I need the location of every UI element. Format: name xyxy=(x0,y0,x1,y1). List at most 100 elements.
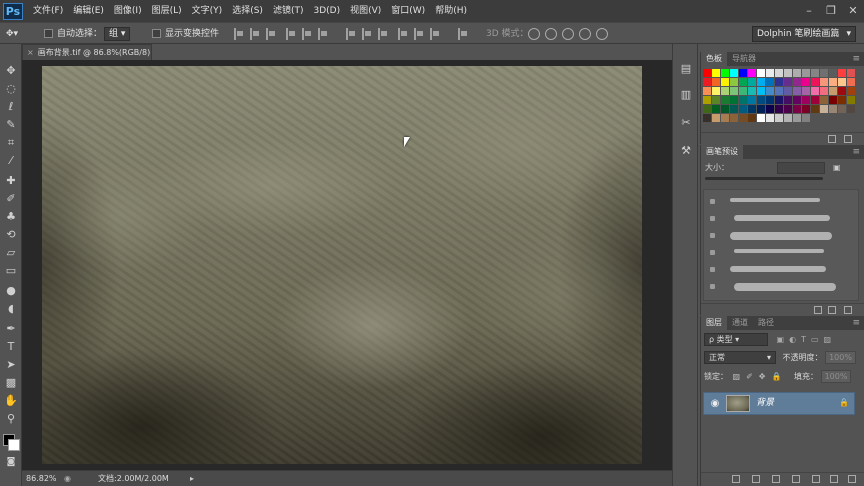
new-brush-icon[interactable] xyxy=(828,306,836,314)
dodge-tool-icon[interactable]: ◖ xyxy=(4,302,18,316)
panel-menu-icon[interactable]: ≡ xyxy=(852,54,864,64)
layer-row-background[interactable]: ◉ 背景 🔒 xyxy=(703,392,855,415)
color-swatch[interactable] xyxy=(703,105,711,113)
color-swatch[interactable] xyxy=(820,96,828,104)
color-swatch[interactable] xyxy=(721,87,729,95)
zoom-level[interactable]: 86.82% xyxy=(26,471,57,486)
color-swatch[interactable] xyxy=(775,105,783,113)
link-layers-icon[interactable] xyxy=(732,475,740,483)
color-swatch[interactable] xyxy=(793,78,801,86)
color-swatch[interactable] xyxy=(721,78,729,86)
color-swatch[interactable] xyxy=(811,78,819,86)
color-swatch[interactable] xyxy=(739,114,747,122)
color-swatch[interactable] xyxy=(820,105,828,113)
color-swatch[interactable] xyxy=(757,87,765,95)
color-swatch[interactable] xyxy=(739,87,747,95)
color-swatch[interactable] xyxy=(838,69,846,77)
actions-panel-icon[interactable]: ▥ xyxy=(679,88,693,102)
align-vcenter-icon[interactable] xyxy=(250,28,260,40)
menu-select[interactable]: 选择(S) xyxy=(227,0,268,22)
align-right-icon[interactable] xyxy=(318,28,328,40)
tab-swatches[interactable]: 色板 xyxy=(701,52,727,66)
add-mask-icon[interactable] xyxy=(772,475,780,483)
color-swatch[interactable] xyxy=(793,114,801,122)
document-tab[interactable]: × 画布背景.tif @ 86.8%(RGB/8) xyxy=(22,44,152,60)
shape-tool-icon[interactable]: ▩ xyxy=(4,376,18,390)
fill-input[interactable]: 100% xyxy=(820,370,852,383)
color-swatch[interactable] xyxy=(712,114,720,122)
path-select-tool-icon[interactable]: ➤ xyxy=(4,358,18,372)
zoom-tool-icon[interactable]: ⚲ xyxy=(4,412,18,426)
delete-swatch-icon[interactable] xyxy=(844,135,852,143)
color-swatch[interactable] xyxy=(703,78,711,86)
color-swatch[interactable] xyxy=(703,96,711,104)
quick-mask-icon[interactable]: ◙ xyxy=(4,455,18,469)
color-swatch[interactable] xyxy=(784,78,792,86)
color-swatch[interactable] xyxy=(829,96,837,104)
background-color-swatch[interactable] xyxy=(8,439,20,451)
color-swatch[interactable] xyxy=(784,87,792,95)
menu-filter[interactable]: 滤镜(T) xyxy=(268,0,309,22)
color-swatch[interactable] xyxy=(739,69,747,77)
canvas-image[interactable] xyxy=(42,66,642,464)
history-brush-tool-icon[interactable]: ⟲ xyxy=(4,228,18,242)
show-transform-option[interactable]: 显示变换控件 xyxy=(152,26,219,42)
brush-panel-toggle-icon[interactable] xyxy=(814,306,822,314)
color-swatch[interactable] xyxy=(847,78,855,86)
close-document-icon[interactable]: × xyxy=(27,48,34,57)
color-swatch[interactable] xyxy=(775,78,783,86)
panel-menu-icon[interactable]: ≡ xyxy=(852,318,864,328)
auto-select-checkbox[interactable] xyxy=(44,29,53,38)
distribute-right-icon[interactable] xyxy=(430,28,440,40)
color-swatch[interactable] xyxy=(784,105,792,113)
color-swatch[interactable] xyxy=(748,96,756,104)
distribute-bottom-icon[interactable] xyxy=(378,28,388,40)
eyedropper-tool-icon[interactable]: ⁄ xyxy=(4,154,18,168)
color-swatch[interactable] xyxy=(730,87,738,95)
color-swatch[interactable] xyxy=(712,105,720,113)
brush-size-slider[interactable] xyxy=(705,177,823,180)
color-swatch[interactable] xyxy=(748,78,756,86)
healing-brush-tool-icon[interactable]: ✚ xyxy=(4,174,18,188)
move-tool-icon[interactable]: ✥ xyxy=(4,64,18,78)
gradient-tool-icon[interactable]: ▭ xyxy=(4,264,18,278)
color-swatch[interactable] xyxy=(802,114,810,122)
status-info-icon[interactable]: ◉ xyxy=(64,471,71,486)
color-swatch[interactable] xyxy=(703,114,711,122)
brush-preset-stroke[interactable] xyxy=(734,249,824,253)
color-swatch[interactable] xyxy=(712,87,720,95)
move-tool-preset-icon[interactable]: ✥▾ xyxy=(6,26,18,42)
new-swatch-icon[interactable] xyxy=(828,135,836,143)
color-swatch[interactable] xyxy=(838,96,846,104)
color-swatch[interactable] xyxy=(775,96,783,104)
hand-tool-icon[interactable]: ✋ xyxy=(4,394,18,408)
color-swatch[interactable] xyxy=(757,96,765,104)
color-swatch[interactable] xyxy=(757,69,765,77)
distribute-vcenter-icon[interactable] xyxy=(362,28,372,40)
color-swatch[interactable] xyxy=(739,96,747,104)
brush-tool-icon[interactable]: ✐ xyxy=(4,192,18,206)
align-top-icon[interactable] xyxy=(234,28,244,40)
align-left-icon[interactable] xyxy=(286,28,296,40)
lock-icons[interactable]: ▨✐✥🔒 xyxy=(733,372,788,381)
marquee-tool-icon[interactable]: ◌ xyxy=(4,82,18,96)
color-swatch[interactable] xyxy=(730,78,738,86)
color-swatch[interactable] xyxy=(802,87,810,95)
menu-help[interactable]: 帮助(H) xyxy=(430,0,472,22)
color-swatch[interactable] xyxy=(721,96,729,104)
color-swatch[interactable] xyxy=(712,69,720,77)
layer-filter-icons[interactable]: ▣◐T▭▨ xyxy=(777,335,837,344)
color-swatch[interactable] xyxy=(748,69,756,77)
type-tool-icon[interactable]: T xyxy=(4,340,18,354)
color-swatch[interactable] xyxy=(784,69,792,77)
tab-navigator[interactable]: 导航器 xyxy=(727,52,761,66)
layer-filter-select[interactable]: ρ 类型 ▾ xyxy=(704,333,768,346)
delete-layer-icon[interactable] xyxy=(848,475,856,483)
color-swatch[interactable] xyxy=(820,78,828,86)
brush-options-icon[interactable]: ▣ xyxy=(833,161,841,175)
color-swatch[interactable] xyxy=(766,105,774,113)
tab-channels[interactable]: 通道 xyxy=(727,316,753,330)
color-swatch[interactable] xyxy=(793,105,801,113)
layer-style-icon[interactable] xyxy=(752,475,760,483)
auto-select-target-select[interactable]: 组 ▾ xyxy=(104,26,131,42)
